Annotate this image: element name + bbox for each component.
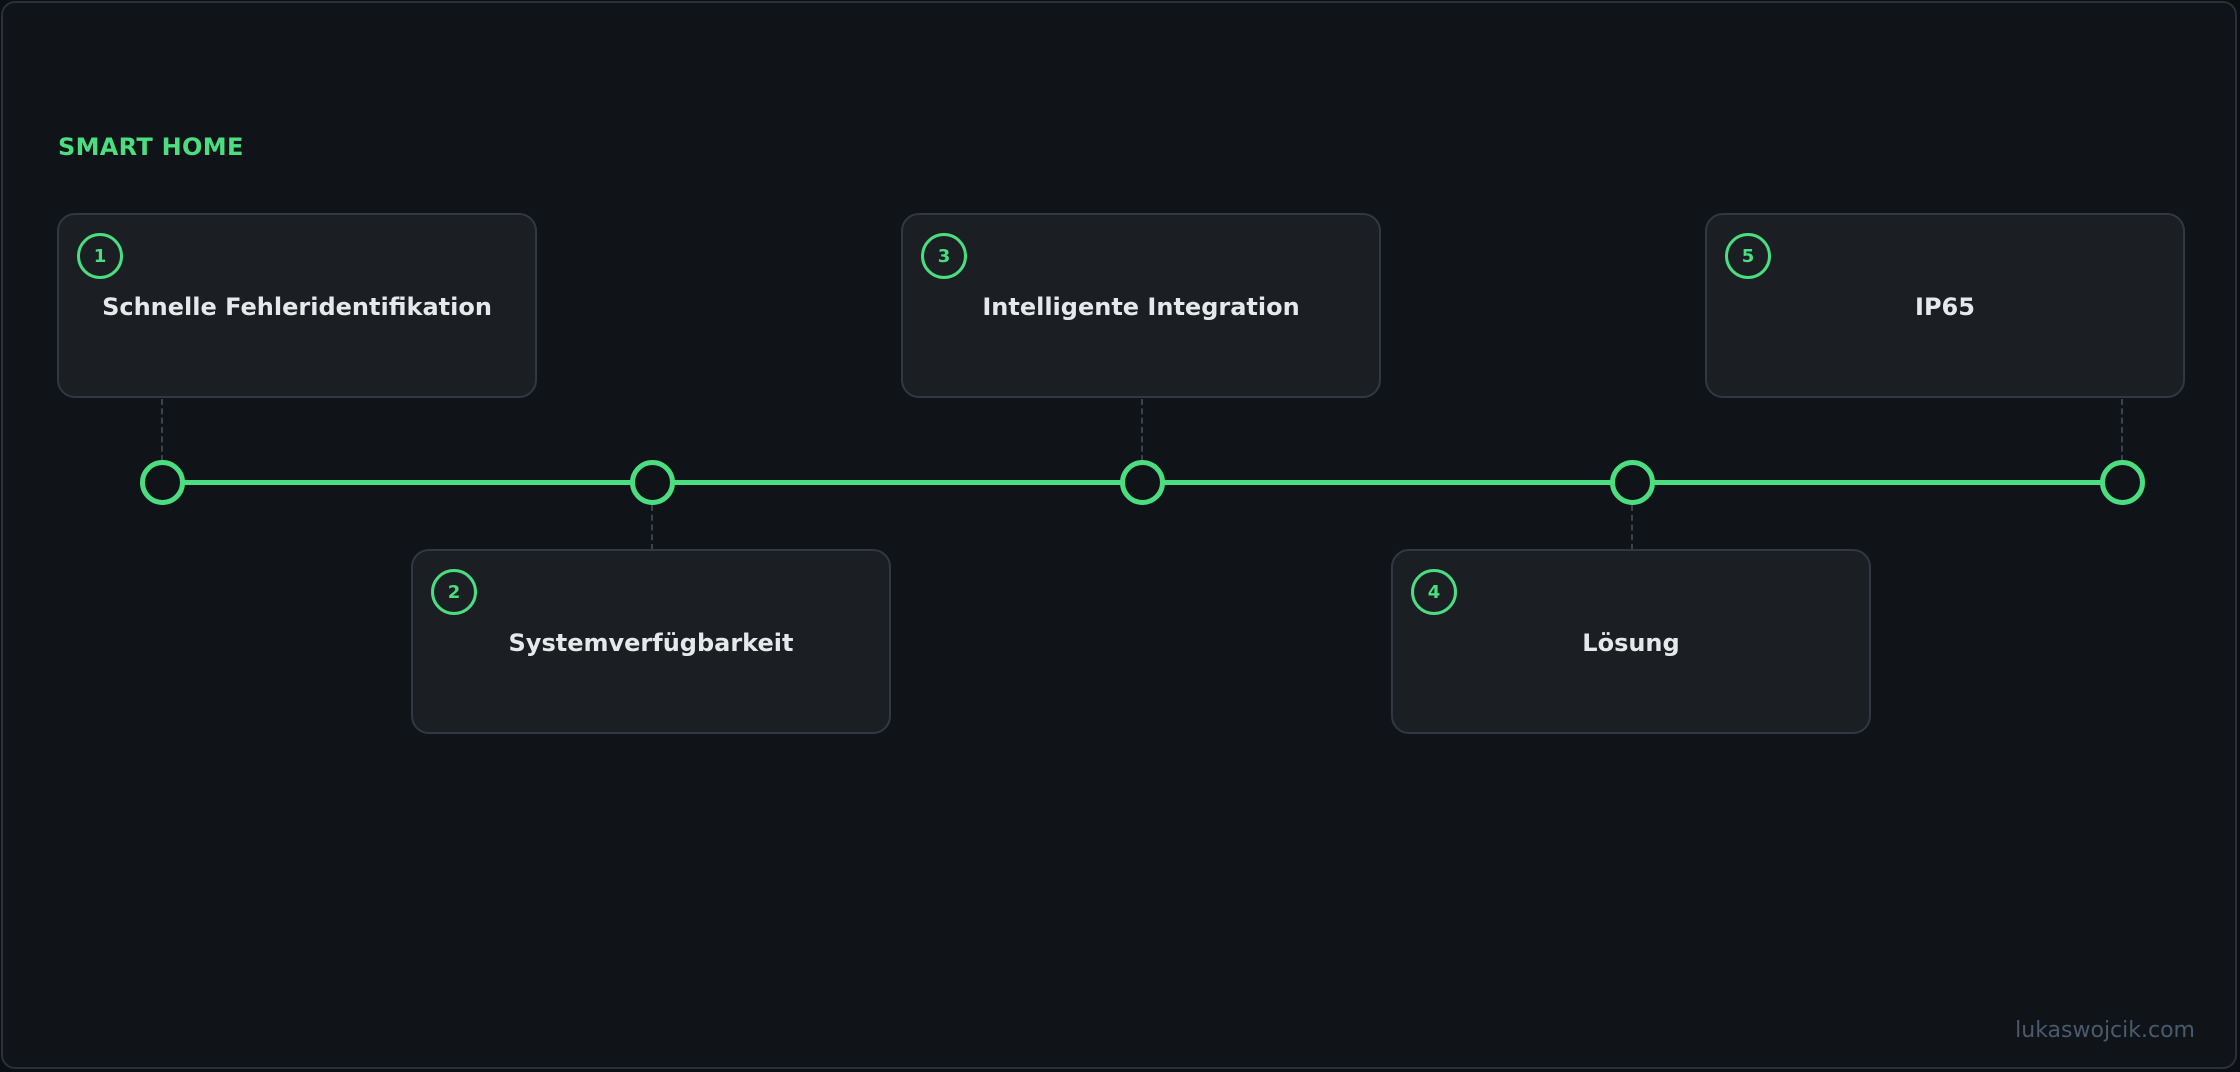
diagram-title: SMART HOME xyxy=(58,133,244,161)
step-number-badge: 4 xyxy=(1411,569,1457,615)
step-card-5: 5 IP65 xyxy=(1705,213,2185,398)
step-title: Systemverfügbarkeit xyxy=(508,629,794,657)
step-card-3: 3 Intelligente Integration xyxy=(901,213,1381,398)
connector-1 xyxy=(161,399,163,461)
step-card-1: 1 Schnelle Fehleridentifikation xyxy=(57,213,537,398)
timeline-node-1 xyxy=(140,460,185,505)
step-title: IP65 xyxy=(1915,293,1975,321)
step-card-4: 4 Lösung xyxy=(1391,549,1871,734)
diagram-frame: SMART HOME 1 Schnelle Fehleridentifikati… xyxy=(1,1,2237,1069)
connector-2 xyxy=(651,505,653,550)
step-number-badge: 5 xyxy=(1725,233,1771,279)
connector-4 xyxy=(1631,505,1633,550)
step-number-badge: 3 xyxy=(921,233,967,279)
timeline-node-5 xyxy=(2100,460,2145,505)
connector-3 xyxy=(1141,399,1143,461)
watermark-text[interactable]: lukaswojcik.com xyxy=(2015,1018,2195,1043)
timeline-node-2 xyxy=(630,460,675,505)
timeline-node-4 xyxy=(1610,460,1655,505)
connector-5 xyxy=(2121,399,2123,461)
timeline-node-3 xyxy=(1120,460,1165,505)
step-title: Lösung xyxy=(1582,629,1680,657)
step-title: Intelligente Integration xyxy=(982,293,1300,321)
step-title: Schnelle Fehleridentifikation xyxy=(102,293,492,321)
step-number-badge: 1 xyxy=(77,233,123,279)
step-card-2: 2 Systemverfügbarkeit xyxy=(411,549,891,734)
step-number-badge: 2 xyxy=(431,569,477,615)
